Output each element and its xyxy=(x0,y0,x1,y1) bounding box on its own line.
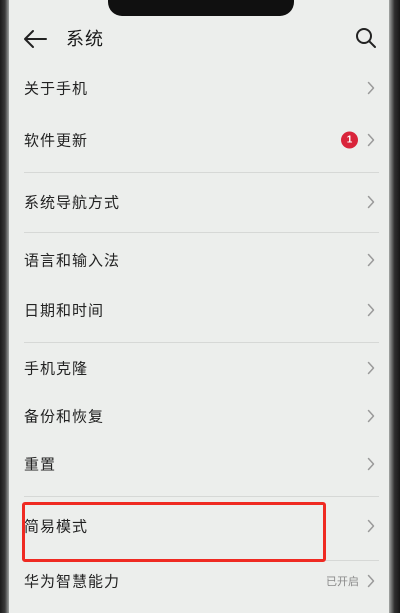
menu-item-about-phone[interactable]: 关于手机 xyxy=(10,62,389,114)
menu-item-label: 简易模式 xyxy=(24,517,89,536)
menu-item-label: 软件更新 xyxy=(24,131,89,150)
chevron-right-icon xyxy=(367,133,375,147)
menu-item-language-input[interactable]: 语言和输入法 xyxy=(10,234,389,286)
menu-item-reset[interactable]: 重置 xyxy=(10,438,389,490)
search-icon xyxy=(356,28,376,48)
back-arrow-icon xyxy=(24,30,47,48)
camera-notch xyxy=(108,0,294,16)
menu-item-software-update[interactable]: 软件更新 1 xyxy=(10,114,389,166)
page-title: 系统 xyxy=(66,29,104,50)
menu-item-phone-clone[interactable]: 手机克隆 xyxy=(10,342,389,394)
back-button[interactable] xyxy=(22,28,48,50)
menu-item-label: 手机克隆 xyxy=(24,359,89,378)
section-divider xyxy=(24,496,379,497)
menu-item-backup-restore[interactable]: 备份和恢复 xyxy=(10,390,389,442)
menu-item-label: 重置 xyxy=(24,455,57,474)
chevron-right-icon xyxy=(367,457,375,471)
menu-item-label: 日期和时间 xyxy=(24,301,105,320)
chevron-right-icon xyxy=(367,361,375,375)
chevron-right-icon xyxy=(367,253,375,267)
menu-item-label: 系统导航方式 xyxy=(24,193,121,212)
phone-bezel-left xyxy=(0,0,9,613)
menu-item-label: 关于手机 xyxy=(24,79,89,98)
chevron-right-icon xyxy=(367,574,375,588)
menu-item-system-navigation[interactable]: 系统导航方式 xyxy=(10,176,389,228)
menu-item-huawei-smart[interactable]: 华为智慧能力 已开启 xyxy=(10,556,389,606)
phone-screen: 系统 关于手机 软件更新 1 系统导航方式 语言和输入法 日期和时间 手机克隆 … xyxy=(0,0,400,613)
chevron-right-icon xyxy=(367,303,375,317)
menu-item-label: 备份和恢复 xyxy=(24,407,105,426)
settings-list: 关于手机 软件更新 1 系统导航方式 语言和输入法 日期和时间 手机克隆 备份和… xyxy=(10,62,389,613)
menu-item-label: 华为智慧能力 xyxy=(24,572,121,591)
status-label: 已开启 xyxy=(326,575,359,588)
chevron-right-icon xyxy=(367,409,375,423)
chevron-right-icon xyxy=(367,81,375,95)
app-header: 系统 xyxy=(0,18,400,62)
menu-item-simple-mode[interactable]: 简易模式 xyxy=(10,498,389,554)
menu-item-label: 语言和输入法 xyxy=(24,251,121,270)
section-divider xyxy=(24,172,379,173)
chevron-right-icon xyxy=(367,519,375,533)
chevron-right-icon xyxy=(367,195,375,209)
menu-item-date-time[interactable]: 日期和时间 xyxy=(10,284,389,336)
notification-badge: 1 xyxy=(341,131,358,149)
phone-bezel-right xyxy=(389,0,400,613)
search-button[interactable] xyxy=(354,26,378,50)
section-divider xyxy=(24,232,379,233)
